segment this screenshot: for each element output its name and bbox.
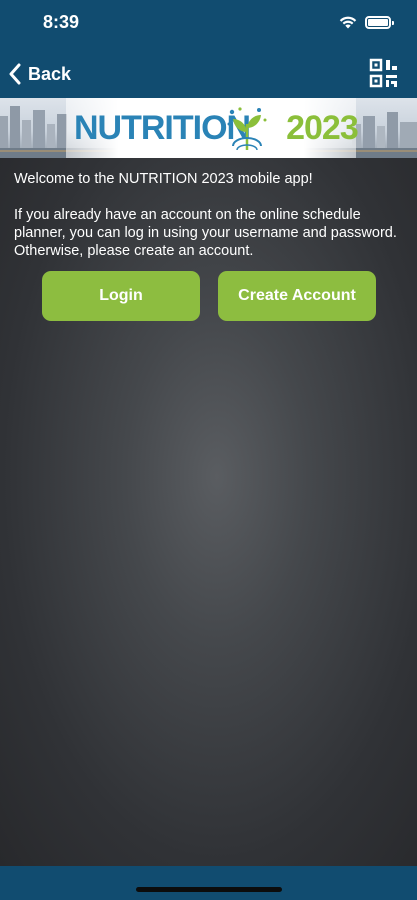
back-button[interactable]: Back (8, 58, 71, 90)
wifi-icon (339, 16, 357, 29)
create-account-button[interactable]: Create Account (218, 271, 376, 321)
status-time: 8:39 (43, 12, 80, 32)
welcome-text: Welcome to the NUTRITION 2023 mobile app… (14, 171, 313, 187)
login-button[interactable]: Login (42, 271, 200, 321)
home-indicator[interactable] (136, 887, 282, 892)
navigation-bar: Back (0, 50, 417, 98)
banner-title-year: 2023 (286, 109, 359, 147)
status-icons (339, 15, 394, 29)
back-label: Back (28, 63, 72, 84)
battery-icon (365, 15, 394, 29)
qr-scan-button[interactable] (369, 58, 399, 90)
qr-code-scan-icon (369, 58, 397, 88)
plant-globe-logo (227, 107, 267, 151)
intro-text: If you already have an account on the on… (14, 207, 397, 259)
status-bar: 8:39 (0, 0, 417, 50)
conference-banner: NUTRITION 2023 (0, 98, 417, 158)
main-content: Welcome to the NUTRITION 2023 mobile app… (0, 158, 417, 866)
banner-title-word: NUTRITION (74, 109, 251, 147)
chevron-left-icon (9, 63, 21, 85)
banner-title: NUTRITION 2023 (74, 109, 359, 147)
bottom-bar (0, 866, 417, 900)
